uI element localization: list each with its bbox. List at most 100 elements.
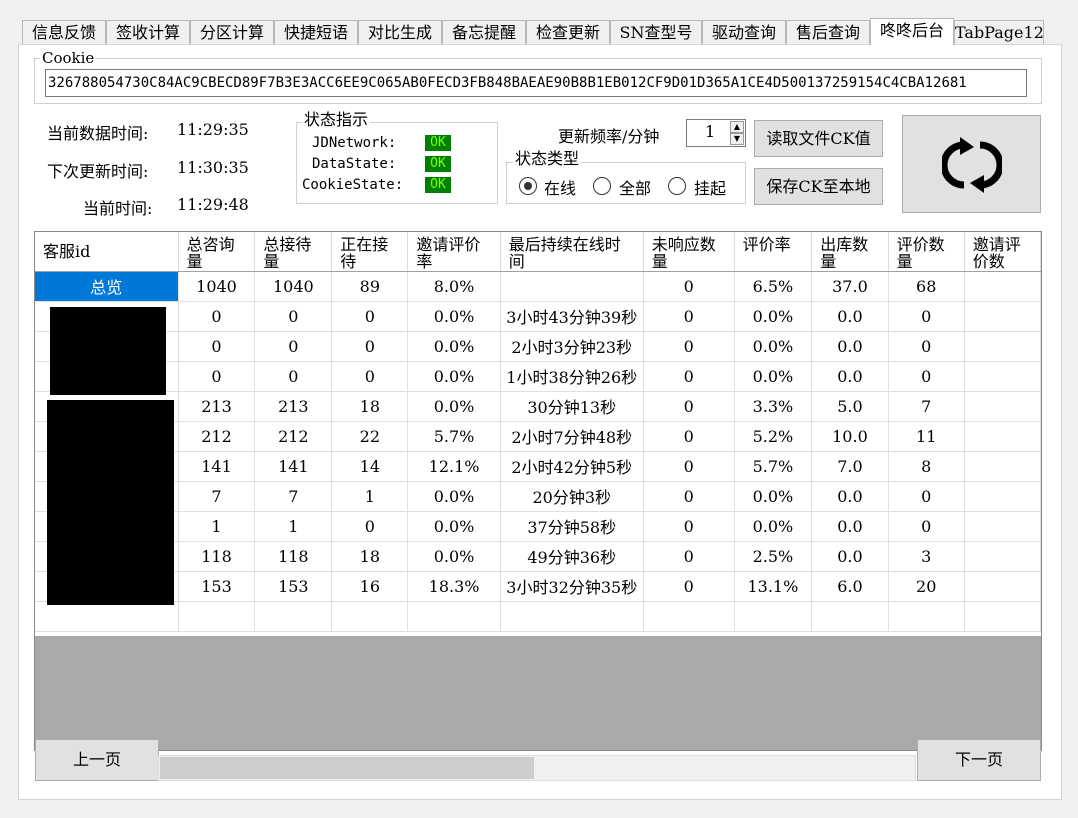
radio-online-label[interactable]: 在线: [544, 175, 576, 199]
table-cell[interactable]: 0.0%: [407, 301, 501, 332]
cookie-input[interactable]: 326788054730C84AC9CBECD89F7B3E3ACC6EE9C0…: [45, 69, 1027, 97]
table-cell[interactable]: 30分钟13秒: [500, 391, 644, 422]
table-cell[interactable]: 0.0%: [734, 301, 813, 332]
table-cell[interactable]: 0: [331, 331, 409, 362]
table-cell[interactable]: 213: [178, 391, 256, 422]
table-cell[interactable]: 0: [331, 511, 409, 542]
table-row[interactable]: 153 153 16 18.3% 3小时32分钟35秒 0 13.1% 6.0 20: [35, 571, 1041, 602]
radio-online[interactable]: [519, 177, 537, 195]
table-cell[interactable]: 0.0%: [407, 511, 501, 542]
tab-6[interactable]: 检查更新: [526, 20, 610, 44]
table-cell[interactable]: 0: [643, 571, 735, 602]
table-cell[interactable]: 0: [643, 421, 735, 452]
table-row-new[interactable]: [35, 601, 1041, 632]
table-cell[interactable]: 8.0%: [407, 271, 501, 302]
table-cell[interactable]: 0.0%: [734, 361, 813, 392]
column-header[interactable]: 出库数量: [811, 232, 889, 272]
table-cell[interactable]: 0: [178, 361, 256, 392]
agent-data-grid[interactable]: 客服id 总咨询量 总接待量 正在接待 邀请评价率 最后持续在线时间 未响应数量 评价率 出库数…: [34, 231, 1042, 751]
table-cell[interactable]: 0: [254, 331, 333, 362]
table-cell[interactable]: 5.7%: [734, 451, 813, 482]
table-cell[interactable]: [964, 271, 1041, 302]
table-cell[interactable]: 2.5%: [734, 541, 813, 572]
read-ck-button[interactable]: 读取文件CK值: [754, 120, 883, 157]
tab-1[interactable]: 签收计算: [106, 20, 190, 44]
table-cell[interactable]: 18.3%: [407, 571, 501, 602]
table-cell[interactable]: 1: [254, 511, 333, 542]
table-cell[interactable]: [407, 601, 501, 632]
table-cell[interactable]: 0: [643, 481, 735, 512]
table-cell[interactable]: 0: [888, 301, 965, 332]
table-cell[interactable]: [500, 271, 644, 302]
table-cell[interactable]: 1小时38分钟26秒: [500, 361, 644, 392]
table-cell[interactable]: [964, 361, 1041, 392]
tab-2[interactable]: 分区计算: [190, 20, 274, 44]
table-cell[interactable]: [964, 511, 1041, 542]
update-frequency-stepper[interactable]: 1 ▲ ▼: [686, 119, 746, 147]
table-cell[interactable]: 0: [888, 481, 965, 512]
table-cell[interactable]: 118: [178, 541, 256, 572]
table-cell[interactable]: [964, 331, 1041, 362]
table-cell[interactable]: 3小时32分钟35秒: [500, 571, 644, 602]
table-cell[interactable]: 0.0: [811, 331, 889, 362]
table-cell[interactable]: 0.0: [811, 481, 889, 512]
table-cell[interactable]: 212: [254, 421, 333, 452]
table-cell[interactable]: 0: [643, 361, 735, 392]
table-cell[interactable]: 0: [178, 331, 256, 362]
table-cell[interactable]: [178, 601, 256, 632]
table-cell[interactable]: 5.7%: [407, 421, 501, 452]
table-cell[interactable]: 7.0: [811, 451, 889, 482]
column-header[interactable]: 正在接待: [331, 232, 409, 272]
table-cell[interactable]: 20: [888, 571, 965, 602]
tab-5[interactable]: 备忘提醒: [442, 20, 526, 44]
table-row[interactable]: 0 0 0 0.0% 1小时38分钟26秒 0 0.0% 0.0 0: [35, 361, 1041, 392]
table-cell[interactable]: 0.0: [811, 361, 889, 392]
table-cell[interactable]: 0.0%: [734, 511, 813, 542]
table-cell[interactable]: 7: [254, 481, 333, 512]
table-cell[interactable]: 13.1%: [734, 571, 813, 602]
column-header[interactable]: 客服id: [35, 232, 179, 272]
table-cell[interactable]: 0.0%: [407, 541, 501, 572]
column-header[interactable]: 总咨询量: [178, 232, 256, 272]
table-cell[interactable]: 0.0%: [407, 331, 501, 362]
tab-7[interactable]: SN查型号: [610, 20, 702, 44]
table-cell[interactable]: 10.0: [811, 421, 889, 452]
table-cell[interactable]: 0: [888, 331, 965, 362]
table-cell[interactable]: 1: [331, 481, 409, 512]
table-row[interactable]: 141 141 14 12.1% 2小时42分钟5秒 0 5.7% 7.0 8: [35, 451, 1041, 482]
table-cell[interactable]: 0: [643, 271, 735, 302]
table-cell[interactable]: [964, 391, 1041, 422]
table-cell[interactable]: 0: [254, 301, 333, 332]
table-row[interactable]: 7 7 1 0.0% 20分钟3秒 0 0.0% 0.0 0: [35, 481, 1041, 512]
table-cell[interactable]: 22: [331, 421, 409, 452]
table-cell[interactable]: 153: [254, 571, 333, 602]
table-cell[interactable]: 0: [888, 361, 965, 392]
table-cell[interactable]: 37.0: [811, 271, 889, 302]
table-cell[interactable]: [500, 601, 644, 632]
table-cell[interactable]: [964, 421, 1041, 452]
table-cell[interactable]: [811, 601, 889, 632]
column-header[interactable]: 总接待量: [254, 232, 333, 272]
table-cell[interactable]: 11: [888, 421, 965, 452]
table-cell[interactable]: 153: [178, 571, 256, 602]
column-header[interactable]: 邀请评价率: [407, 232, 501, 272]
table-cell[interactable]: [964, 451, 1041, 482]
table-cell[interactable]: [964, 601, 1041, 632]
tab-9[interactable]: 售后查询: [786, 20, 870, 44]
table-cell[interactable]: 141: [254, 451, 333, 482]
table-row[interactable]: 213 213 18 0.0% 30分钟13秒 0 3.3% 5.0 7: [35, 391, 1041, 422]
table-cell[interactable]: 141: [178, 451, 256, 482]
table-cell[interactable]: 8: [888, 451, 965, 482]
refresh-button[interactable]: [902, 115, 1041, 213]
table-cell[interactable]: 7: [888, 391, 965, 422]
table-cell[interactable]: 0.0%: [407, 391, 501, 422]
table-cell[interactable]: 0.0%: [407, 361, 501, 392]
table-cell[interactable]: 6.0: [811, 571, 889, 602]
table-cell[interactable]: [888, 601, 965, 632]
table-cell[interactable]: 0: [254, 361, 333, 392]
radio-suspended[interactable]: [668, 177, 686, 195]
table-row[interactable]: 0 0 0 0.0% 2小时3分钟23秒 0 0.0% 0.0 0: [35, 331, 1041, 362]
table-cell[interactable]: 0.0: [811, 541, 889, 572]
table-cell[interactable]: 7: [178, 481, 256, 512]
table-cell[interactable]: 0: [643, 541, 735, 572]
